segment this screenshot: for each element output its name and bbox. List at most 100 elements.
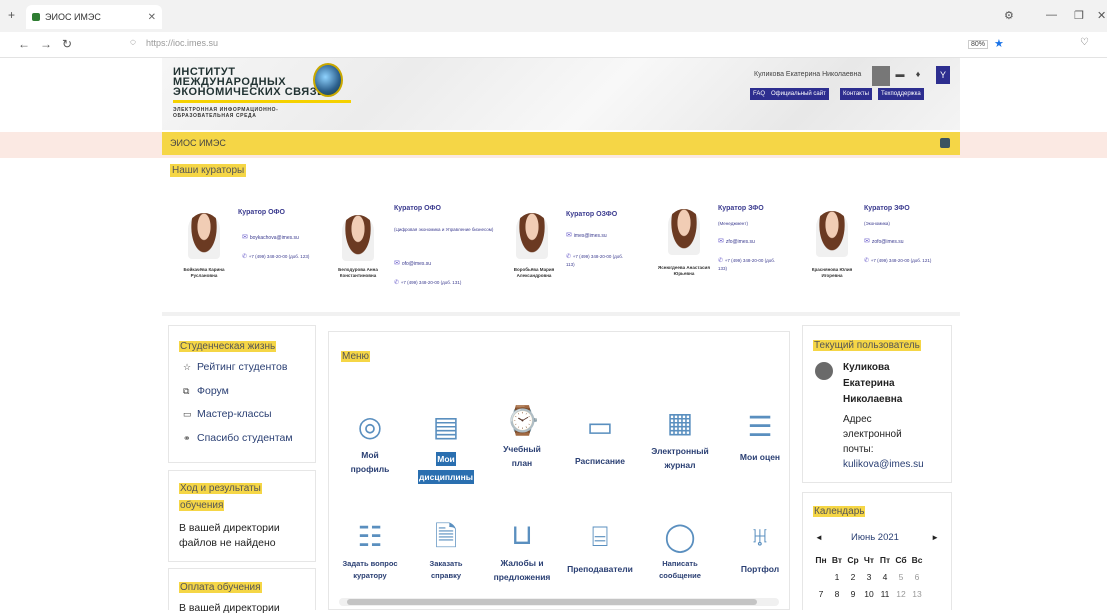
calendar-day[interactable]: 8 xyxy=(829,589,845,599)
curator-subtitle: (Цифровая экономика и Управление бизнесо… xyxy=(394,227,494,232)
menu-item-teachers[interactable]: ⌸ Преподаватели xyxy=(561,520,639,576)
nav-home-link[interactable]: ЭИОС ИМЭС xyxy=(170,138,226,148)
close-window-icon[interactable]: ✕ xyxy=(1097,9,1106,22)
menu-item-schedule[interactable]: ▭ Расписание xyxy=(561,410,639,468)
calendar-day[interactable]: 9 xyxy=(845,589,861,599)
notifications-icon[interactable]: ♦ xyxy=(912,69,924,83)
curator-phone: +7 (499) 348-20-00 (доб. 133) xyxy=(718,257,778,272)
calendar-day[interactable]: 7 xyxy=(813,589,829,599)
contacts-button[interactable]: Контакты xyxy=(840,88,872,100)
calendar-day[interactable]: 1 xyxy=(829,572,845,582)
restore-icon[interactable]: ❐ xyxy=(1074,9,1084,22)
profile-icon: ◎ xyxy=(357,411,383,442)
nav-menu-icon[interactable] xyxy=(940,138,950,148)
official-site-button[interactable]: Официальный сайт xyxy=(768,88,829,100)
progress-text-line2: файлов не найдено xyxy=(179,537,276,549)
menu-item-message[interactable]: ◯ Написать сообщение xyxy=(641,520,719,582)
calendar-day[interactable]: 2 xyxy=(845,572,861,582)
curator-email[interactable]: ofo@imes.su xyxy=(394,259,431,267)
back-icon[interactable]: ← xyxy=(18,37,30,51)
menu-item-plan[interactable]: ⌚ Учебный план xyxy=(483,404,561,470)
menu-item-label: Жалобы и предложения xyxy=(493,558,551,582)
student-life-item[interactable]: ▭ Мастер-классы xyxy=(183,408,272,420)
menu-item-journal[interactable]: ▦ Электронный журнал xyxy=(641,406,719,472)
email-label-line3: почты: xyxy=(843,444,874,455)
curator-subtitle: (Экономика) xyxy=(864,221,890,226)
student-life-item[interactable]: ⧉ Форум xyxy=(183,385,229,397)
menu-item-label: Мои оцен xyxy=(739,452,781,462)
menu-item-question[interactable]: ☷ Задать вопрос куратору xyxy=(331,520,409,582)
messages-icon[interactable]: ▬ xyxy=(894,69,906,83)
calendar-day[interactable]: 4 xyxy=(877,572,893,582)
scrollbar-thumb[interactable] xyxy=(347,599,757,605)
logo-emblem-icon[interactable] xyxy=(313,63,343,97)
student-life-item[interactable]: ⚭ Спасибо студентам xyxy=(183,432,293,444)
zoom-level[interactable]: 80% xyxy=(968,40,989,49)
curator-photo xyxy=(342,215,374,261)
new-tab-icon[interactable]: + xyxy=(8,8,15,22)
avatar[interactable] xyxy=(872,66,890,86)
menu-item-certificate[interactable]: 🗎 Заказать справку xyxy=(407,520,485,582)
calendar-day[interactable]: 3 xyxy=(861,572,877,582)
menu-item-disciplines[interactable]: ▤ Мои дисциплины xyxy=(407,410,485,484)
curator-email[interactable]: zfo@imes.su xyxy=(718,237,755,245)
browser-tab[interactable]: ЭИОС ИМЭС ✕ xyxy=(26,5,162,29)
trophy-menu-icon[interactable]: Y xyxy=(936,66,950,84)
avatar[interactable] xyxy=(815,362,833,380)
calendar-day[interactable]: 5 xyxy=(893,572,909,582)
menu-item-label: Заказать справку xyxy=(429,559,463,580)
calendar-day[interactable]: 10 xyxy=(861,589,877,599)
reload-icon[interactable]: ↻ xyxy=(62,37,72,51)
url-field[interactable]: https://ioc.imes.su xyxy=(146,38,218,48)
forward-icon[interactable]: → xyxy=(40,37,52,51)
curator-phone: +7 (499) 348-20-00 (доб. 123) xyxy=(242,253,310,261)
calendar-day[interactable]: 13 xyxy=(909,589,925,599)
menu-item-complaints[interactable]: ⊔ Жалобы и предложения xyxy=(483,518,561,584)
extensions-icon[interactable]: ⚙ xyxy=(1004,9,1014,22)
curator-email[interactable]: boykachova@imes.su xyxy=(242,233,299,241)
menu-item-label: Учебный план xyxy=(503,444,541,468)
menu-item-label: Написать сообщение xyxy=(659,559,701,580)
user-name-line2[interactable]: Екатерина xyxy=(843,376,902,392)
current-user-block: Текущий пользователь Куликова Екатерина … xyxy=(802,325,952,483)
user-name-line1[interactable]: Куликова xyxy=(843,360,902,376)
logo-subtitle: ЭЛЕКТРОННАЯ ИНФОРМАЦИОННО- ОБРАЗОВАТЕЛЬН… xyxy=(173,107,278,119)
shield-icon[interactable]: ◌ xyxy=(130,37,136,48)
faq-button[interactable]: FAQ xyxy=(750,88,769,100)
site-header: ИНСТИТУТ МЕЖДУНАРОДНЫХ ЭКОНОМИЧЕСКИХ СВЯ… xyxy=(162,58,960,130)
grades-icon: ☰ xyxy=(747,411,773,442)
menu-item-profile[interactable]: ◎ Мой профиль xyxy=(331,410,409,476)
curator-name: Краснянова Юлия Игоревна xyxy=(811,267,853,278)
curator-email[interactable]: imes@imes.su xyxy=(566,231,607,239)
curator-role: Куратор ЗФО xyxy=(718,205,764,212)
prev-month-icon[interactable]: ◄ xyxy=(815,533,823,542)
student-life-item[interactable]: ☆ Рейтинг студентов xyxy=(183,361,287,373)
logo-line3: ЭКОНОМИЧЕСКИХ СВЯЗЕЙ xyxy=(173,86,334,98)
curator-email[interactable]: zofo@imes.su xyxy=(864,237,904,245)
close-tab-icon[interactable]: ✕ xyxy=(148,12,156,23)
curator-photo xyxy=(516,213,548,259)
menu-item-portfolio[interactable]: ♅ Портфол xyxy=(721,520,789,576)
current-user-title: Текущий пользователь xyxy=(813,340,921,351)
user-name-line3[interactable]: Николаевна xyxy=(843,392,902,408)
email-label-line2: электронной xyxy=(843,429,902,440)
calendar-day[interactable]: 11 xyxy=(877,589,893,599)
tab-title: ЭИОС ИМЭС xyxy=(45,12,101,22)
next-month-icon[interactable]: ► xyxy=(931,533,939,542)
calendar-day[interactable]: 12 xyxy=(893,589,909,599)
pocket-icon[interactable]: ♡ xyxy=(1080,37,1089,48)
header-username[interactable]: Куликова Екатерина Николаевна xyxy=(754,71,861,78)
calendar-month[interactable]: Июнь 2021 xyxy=(851,532,899,543)
menu-horizontal-scrollbar[interactable] xyxy=(339,598,779,606)
support-button[interactable]: Техподдержка xyxy=(878,88,924,100)
calendar-day[interactable]: 6 xyxy=(909,572,925,582)
user-email[interactable]: kulikova@imes.su xyxy=(843,457,924,472)
menu-block: Меню ◎ Мой профиль ▤ Мои дисциплины ⌚ Учеб… xyxy=(328,331,790,610)
bookmark-star-icon[interactable]: ★ xyxy=(994,37,1004,50)
logo-text[interactable]: ИНСТИТУТ МЕЖДУНАРОДНЫХ ЭКОНОМИЧЕСКИХ СВЯ… xyxy=(173,67,334,98)
divider xyxy=(162,312,960,316)
progress-title-line1: Ход и результаты xyxy=(179,483,262,494)
star-icon: ☆ xyxy=(183,362,192,372)
menu-item-grades[interactable]: ☰ Мои оцен xyxy=(721,410,789,464)
minimize-icon[interactable]: — xyxy=(1046,9,1057,21)
